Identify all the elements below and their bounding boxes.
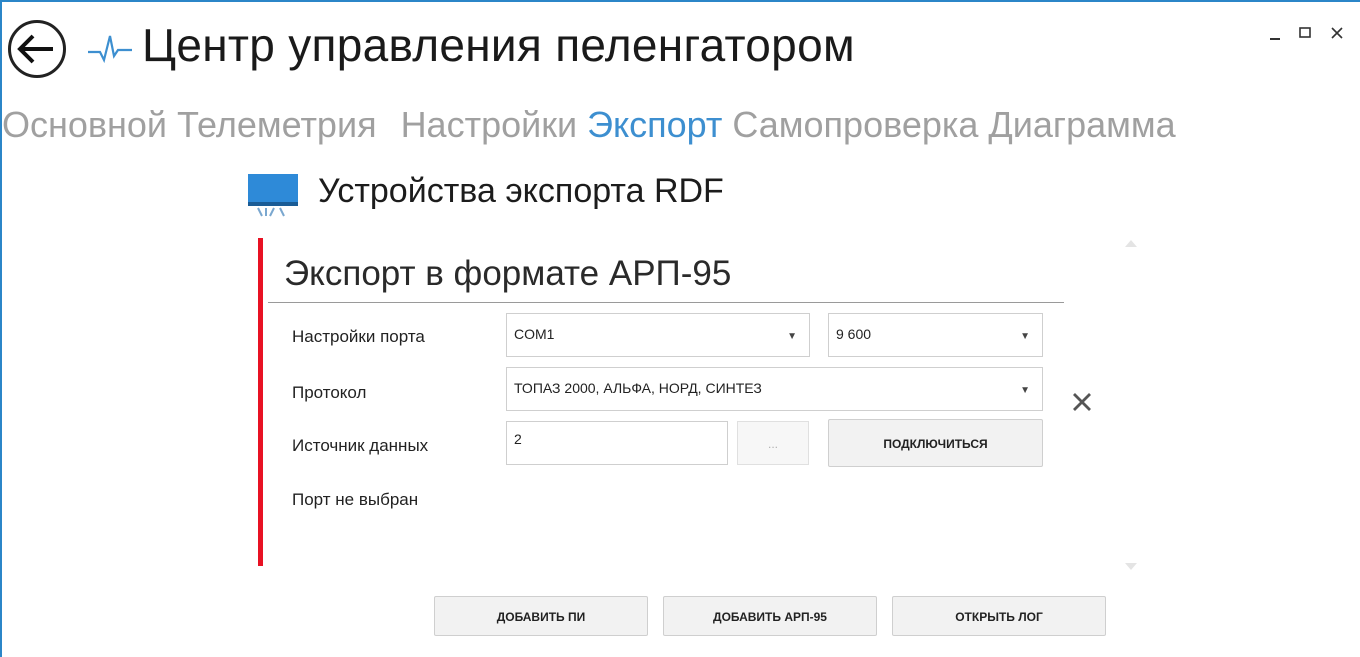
baud-select-value: 9 600 (836, 326, 872, 342)
port-settings-label: Настройки порта (292, 327, 425, 346)
scroll-up-icon[interactable] (1124, 238, 1138, 248)
monitor-icon (248, 174, 298, 217)
protocol-select[interactable]: ТОПАЗ 2000, АЛЬФА, НОРД, СИНТЕЗ ▼ (506, 367, 1043, 411)
tab-selftest[interactable]: Самопроверка (732, 100, 978, 150)
section-title: Устройства экспорта RDF (318, 172, 724, 210)
add-arp95-button[interactable]: ДОБАВИТЬ АРП-95 (663, 596, 877, 636)
main-tabs: Основной Телеметрия Настройки Экспорт Самопр… (2, 100, 1186, 150)
port-select-value: COM1 (514, 326, 555, 342)
tab-diagram[interactable]: Диаграмма (988, 100, 1175, 150)
port-status-text: Порт не выбран (292, 490, 419, 509)
tab-export[interactable]: Экспорт (587, 100, 722, 150)
connect-button[interactable]: подключиться (828, 419, 1043, 467)
app-title: Центр управления пеленгатором (142, 19, 855, 71)
chevron-down-icon: ▼ (787, 331, 797, 342)
baud-select[interactable]: 9 600 ▼ (828, 313, 1043, 357)
chevron-down-icon: ▼ (1020, 331, 1030, 342)
maximize-button[interactable] (1292, 20, 1318, 46)
panel-accent-bar (258, 238, 263, 566)
protocol-label: Протокол (292, 383, 367, 402)
maximize-icon (1299, 27, 1311, 38)
panel-title: Экспорт в формате АРП-95 (284, 254, 732, 293)
app-window: Центр управления пеленгатором Основной Те… (0, 0, 1360, 657)
add-pi-button[interactable]: ДОБАВИТЬ ПИ (434, 596, 648, 636)
close-window-button[interactable] (1324, 20, 1350, 46)
minimize-button[interactable] (1262, 20, 1288, 46)
panel-divider (268, 302, 1064, 303)
back-button[interactable] (8, 20, 66, 78)
scroll-down-icon[interactable] (1124, 562, 1138, 572)
tab-main[interactable]: Основной (2, 100, 167, 150)
tab-settings[interactable]: Настройки (401, 100, 578, 150)
protocol-select-value: ТОПАЗ 2000, АЛЬФА, НОРД, СИНТЕЗ (514, 380, 762, 396)
browse-button[interactable]: ... (737, 421, 809, 465)
arrow-left-icon (17, 34, 53, 64)
minimize-icon (1270, 38, 1280, 40)
pulse-logo-icon (88, 35, 132, 64)
open-log-button[interactable]: ОТКРЫТЬ ЛОГ (892, 596, 1106, 636)
chevron-down-icon: ▼ (1020, 385, 1030, 396)
close-icon (1331, 27, 1343, 39)
source-input[interactable]: 2 (506, 421, 728, 465)
tab-telemetry[interactable]: Телеметрия (177, 100, 377, 150)
remove-export-icon[interactable] (1070, 390, 1094, 414)
port-select[interactable]: COM1 ▼ (506, 313, 810, 357)
source-label: Источник данных (292, 436, 429, 455)
